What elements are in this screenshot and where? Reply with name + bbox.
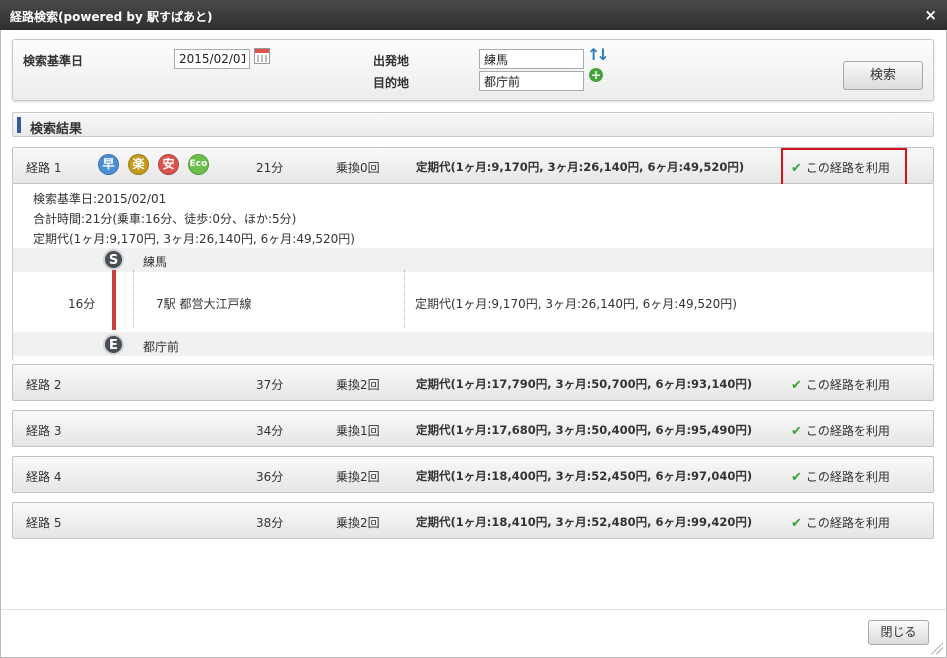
results-header-title: 検索結果 [30, 122, 83, 137]
route-name: 経路 5 [26, 516, 62, 530]
route-time: 21分 [256, 161, 284, 175]
results-header: 検索結果 [12, 112, 934, 137]
segment-fare: 定期代(1ヶ月:9,170円, 3ヶ月:26,140円, 6ヶ月:49,520円… [415, 297, 737, 311]
route-fare: 定期代(1ヶ月:17,680円, 3ヶ月:50,400円, 6ヶ月:95,490… [416, 423, 753, 437]
start-marker: S [103, 249, 124, 270]
route-fare: 定期代(1ヶ月:9,170円, 3ヶ月:26,140円, 6ヶ月:49,520円… [416, 160, 745, 174]
highlight-box [781, 148, 907, 187]
close-icon[interactable]: × [924, 6, 937, 24]
route-name: 経路 4 [26, 470, 62, 484]
segment-time: 16分 [68, 297, 96, 311]
route-row[interactable]: 経路 5 38分 乗換2回 定期代(1ヶ月:18,410円, 3ヶ月:52,48… [12, 502, 934, 539]
end-station: 都庁前 [143, 340, 180, 354]
route-name: 経路 3 [26, 424, 62, 438]
route-name: 経路 1 [26, 161, 62, 175]
segment-line: 7駅 都営大江戸線 [156, 297, 252, 311]
detail-fare: 定期代(1ヶ月:9,170円, 3ヶ月:26,140円, 6ヶ月:49,520円… [33, 232, 355, 246]
detail-total-time: 合計時間:21分(乗車:16分、徒歩:0分、ほか:5分) [33, 212, 297, 226]
start-station: 練馬 [143, 255, 168, 269]
resize-grip-icon[interactable] [931, 642, 943, 654]
route-fare: 定期代(1ヶ月:18,400円, 3ヶ月:52,450円, 6ヶ月:97,040… [416, 469, 753, 483]
check-icon: ✔ [791, 378, 802, 393]
divider [404, 270, 405, 328]
route-row[interactable]: 経路 4 36分 乗換2回 定期代(1ヶ月:18,400円, 3ヶ月:52,45… [12, 456, 934, 493]
route-transfer: 乗換2回 [336, 516, 380, 530]
route-time: 37分 [256, 378, 284, 392]
from-label: 出発地 [373, 54, 410, 68]
use-route-button[interactable]: ✔ この経路を利用 [791, 376, 890, 393]
swap-arrows-icon[interactable]: ↑↓ [587, 45, 610, 64]
cheap-badge-icon: 安 [158, 154, 179, 175]
route-row[interactable]: 経路 1 早 楽 安 Eco 21分 乗換0回 定期代(1ヶ月:9,170円, … [12, 147, 934, 187]
window-title: 経路検索(powered by 駅すぱあと) [10, 10, 213, 24]
route-time: 34分 [256, 424, 284, 438]
header-accent-bar [17, 117, 21, 133]
use-route-button[interactable]: ✔ この経路を利用 [791, 468, 890, 485]
route-transfer: 乗換0回 [336, 161, 380, 175]
use-route-label: この経路を利用 [805, 424, 890, 438]
route-time: 36分 [256, 470, 284, 484]
date-input[interactable] [174, 49, 250, 69]
check-icon: ✔ [791, 516, 802, 531]
divider [133, 270, 134, 328]
search-panel: 検索基準日 出発地 ↑↓ 目的地 + 検索 [12, 39, 934, 101]
route-row[interactable]: 経路 3 34分 乗換1回 定期代(1ヶ月:17,680円, 3ヶ月:50,40… [12, 410, 934, 447]
route-detail: 検索基準日:2015/02/01 合計時間:21分(乗車:16分、徒歩:0分、ほ… [12, 184, 934, 360]
check-icon: ✔ [791, 470, 802, 485]
check-icon: ✔ [791, 424, 802, 439]
use-route-label: この経路を利用 [805, 516, 890, 530]
from-input[interactable] [479, 49, 584, 69]
close-button[interactable]: 閉じる [868, 620, 929, 645]
use-route-label: この経路を利用 [805, 470, 890, 484]
footer-divider [1, 609, 946, 610]
route-fare: 定期代(1ヶ月:17,790円, 3ヶ月:50,700円, 6ヶ月:93,140… [416, 377, 753, 391]
easy-badge-icon: 楽 [128, 154, 149, 175]
detail-base-date: 検索基準日:2015/02/01 [33, 192, 167, 206]
date-label: 検索基準日 [23, 54, 84, 68]
search-button[interactable]: 検索 [843, 61, 923, 90]
add-icon[interactable]: + [589, 68, 603, 82]
to-input[interactable] [479, 71, 584, 91]
route-row[interactable]: 経路 2 37分 乗換2回 定期代(1ヶ月:17,790円, 3ヶ月:50,70… [12, 364, 934, 401]
to-label: 目的地 [373, 76, 410, 90]
fast-badge-icon: 早 [98, 154, 119, 175]
use-route-label: この経路を利用 [805, 378, 890, 392]
end-marker: E [103, 334, 124, 355]
use-route-button[interactable]: ✔ この経路を利用 [791, 422, 890, 439]
rail-line [112, 270, 116, 330]
route-name: 経路 2 [26, 378, 62, 392]
use-route-button[interactable]: ✔ この経路を利用 [791, 514, 890, 531]
route-transfer: 乗換1回 [336, 424, 380, 438]
route-transfer: 乗換2回 [336, 470, 380, 484]
window-titlebar: 経路検索(powered by 駅すぱあと) × [0, 0, 947, 30]
route-time: 38分 [256, 516, 284, 530]
route-fare: 定期代(1ヶ月:18,410円, 3ヶ月:52,480円, 6ヶ月:99,420… [416, 515, 753, 529]
calendar-icon[interactable] [254, 48, 270, 64]
route-transfer: 乗換2回 [336, 378, 380, 392]
eco-badge-icon: Eco [188, 154, 209, 175]
